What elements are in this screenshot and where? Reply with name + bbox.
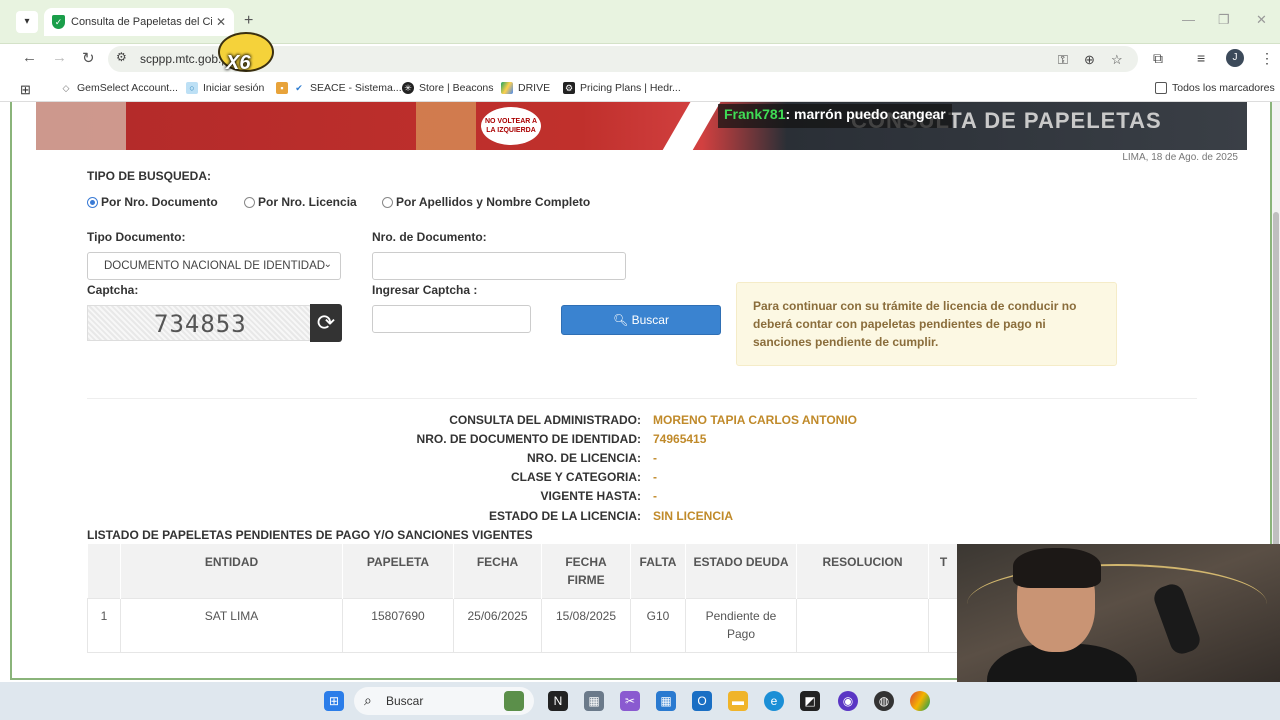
captcha-image: 734853: [87, 305, 311, 341]
menu-icon[interactable]: ⋮: [1260, 50, 1274, 67]
bookmark-beacons[interactable]: ✳ Store | Beacons: [402, 82, 494, 94]
zoom-icon[interactable]: ⊕: [1084, 52, 1095, 68]
bookmark-seace[interactable]: ▪ ✔ SEACE - Sistema...: [276, 82, 402, 94]
app-circle-icon[interactable]: ◉: [838, 691, 858, 711]
back-icon[interactable]: ←: [22, 49, 37, 66]
traffic-sign: NO VOLTEAR A LA IZQUIERDA: [481, 107, 541, 145]
bookmark-iniciar-sesion[interactable]: ○ Iniciar sesión: [186, 82, 264, 94]
apps-icon[interactable]: ⊞: [20, 82, 31, 98]
warning-alert: Para continuar con su trámite de licenci…: [736, 282, 1117, 366]
profile-avatar[interactable]: J: [1226, 49, 1244, 67]
browser-toolbar: ← → ↻ ⚙ scppp.mtc.gob.pe ⚿ ⊕ ☆ ⧉ ≡ ⋮: [0, 44, 1280, 74]
stream-sticker: X6: [212, 26, 278, 82]
doc-type-select[interactable]: DOCUMENTO NACIONAL DE IDENTIDAD ⌄: [87, 252, 341, 280]
chevron-down-icon: ⌄: [323, 259, 332, 270]
header-banner: NO VOLTEAR A LA IZQUIERDA CONSULTA DE PA…: [36, 102, 1247, 150]
snipping-icon[interactable]: ✂: [620, 691, 640, 711]
bookmark-gemselect[interactable]: ◇ GemSelect Account...: [60, 82, 178, 94]
windows-taskbar: ⊞ ⌕ Buscar N ▦ ✂ ▦ O ▬ e ◩ ◉ ◍: [0, 682, 1280, 720]
folder-icon: [1155, 82, 1167, 94]
bookmark-pricing[interactable]: ⚙ Pricing Plans | Hedr...: [563, 82, 681, 94]
radio-checked-icon: [87, 196, 98, 208]
search-icon: ⌕: [364, 692, 372, 708]
info-row: CLASE Y CATEGORIA: -: [510, 470, 657, 484]
search-type-label: TIPO DE BUSQUEDA:: [87, 169, 212, 183]
gem-icon: ◇: [62, 83, 70, 93]
restore-icon[interactable]: ❐: [1218, 12, 1230, 28]
browser-titlebar: ▾ ✓ Consulta de Papeletas del Ciud... ✕ …: [0, 0, 1280, 44]
gear-icon: ⚙: [563, 82, 575, 94]
search-icon: 🔍︎: [613, 313, 629, 327]
table-header-row: ENTIDAD PAPELETA FECHA FECHA FIRME FALTA…: [87, 544, 959, 598]
media-icon[interactable]: ≡: [1197, 50, 1205, 66]
captcha-input[interactable]: [372, 305, 531, 333]
app-icon[interactable]: ◩: [800, 691, 820, 711]
star-icon[interactable]: ☆: [1111, 52, 1123, 68]
minimize-icon[interactable]: —: [1182, 12, 1195, 27]
sticker-text: X6: [226, 52, 251, 74]
info-row: NRO. DE DOCUMENTO DE IDENTIDAD: 74965415: [416, 432, 707, 446]
radio-unchecked-icon: [244, 196, 255, 208]
outlook-icon: ○: [186, 82, 198, 94]
search-button[interactable]: 🔍︎ Buscar: [561, 305, 721, 335]
info-row: NRO. DE LICENCIA: -: [527, 451, 657, 465]
list-title: LISTADO DE PAPELETAS PENDIENTES DE PAGO …: [87, 528, 533, 542]
all-bookmarks[interactable]: Todos los marcadores: [1155, 82, 1275, 94]
window-close-icon[interactable]: ✕: [1256, 12, 1267, 28]
drive-icon: [501, 82, 513, 94]
browser-tab[interactable]: ✓ Consulta de Papeletas del Ciud... ✕: [44, 8, 234, 36]
calculator-icon[interactable]: ▦: [584, 691, 604, 711]
doc-number-input[interactable]: [372, 252, 626, 280]
start-icon[interactable]: ⊞: [324, 691, 344, 711]
papeletas-table: ENTIDAD PAPELETA FECHA FECHA FIRME FALTA…: [87, 544, 959, 653]
edge-icon[interactable]: e: [764, 691, 784, 711]
beacons-icon: ✳: [402, 82, 414, 94]
divider: [87, 398, 1197, 399]
captcha-label: Captcha:: [87, 283, 139, 297]
reload-icon[interactable]: ↻: [82, 49, 95, 67]
captcha-input-label: Ingresar Captcha :: [372, 283, 478, 297]
tab-search-icon[interactable]: ▾: [16, 11, 38, 33]
info-row: CONSULTA DEL ADMINISTRADO: MORENO TAPIA …: [449, 413, 857, 427]
bookmark-drive[interactable]: DRIVE: [501, 82, 550, 94]
radio-por-licencia[interactable]: Por Nro. Licencia: [244, 195, 357, 209]
obs-icon[interactable]: ◍: [874, 691, 894, 711]
radio-unchecked-icon: [382, 196, 393, 208]
widget-icon[interactable]: [504, 691, 524, 711]
forward-icon[interactable]: →: [52, 49, 67, 66]
doc-number-label: Nro. de Documento:: [372, 230, 487, 244]
info-row: ESTADO DE LA LICENCIA: SIN LICENCIA: [489, 509, 734, 523]
outlook-icon[interactable]: O: [692, 691, 712, 711]
folder-icon[interactable]: ▬: [728, 691, 748, 711]
check-icon: ✔: [295, 83, 303, 93]
refresh-captcha-icon[interactable]: ⟳: [310, 304, 342, 342]
chat-user: Frank781: [724, 106, 786, 122]
radio-por-nombre[interactable]: Por Apellidos y Nombre Completo: [382, 195, 590, 209]
calendar-icon[interactable]: ▦: [656, 691, 676, 711]
notion-icon[interactable]: N: [548, 691, 568, 711]
stream-chat-message: Frank781: marrón puedo cangear: [718, 104, 952, 128]
key-icon[interactable]: ⚿: [1058, 52, 1068, 68]
shield-icon: ✓: [52, 15, 65, 29]
bookmarks-bar: ⊞ ◇ GemSelect Account... ○ Iniciar sesión …: [0, 74, 1280, 102]
tab-title: Consulta de Papeletas del Ciud...: [71, 16, 212, 28]
chat-text: : marrón puedo cangear: [785, 106, 946, 122]
radio-por-documento[interactable]: Por Nro. Documento: [87, 195, 218, 209]
info-row: VIGENTE HASTA: -: [540, 489, 657, 503]
chrome-icon[interactable]: [910, 691, 930, 711]
extensions-icon[interactable]: ⧉: [1153, 50, 1163, 67]
site-settings-icon[interactable]: ⚙: [116, 50, 127, 64]
table-row: 1 SAT LIMA 15807690 25/06/2025 15/08/202…: [87, 597, 959, 653]
seace-icon: ▪: [276, 82, 288, 94]
page-date: LIMA, 18 de Ago. de 2025: [1122, 152, 1238, 163]
doc-type-label: Tipo Documento:: [87, 230, 186, 244]
